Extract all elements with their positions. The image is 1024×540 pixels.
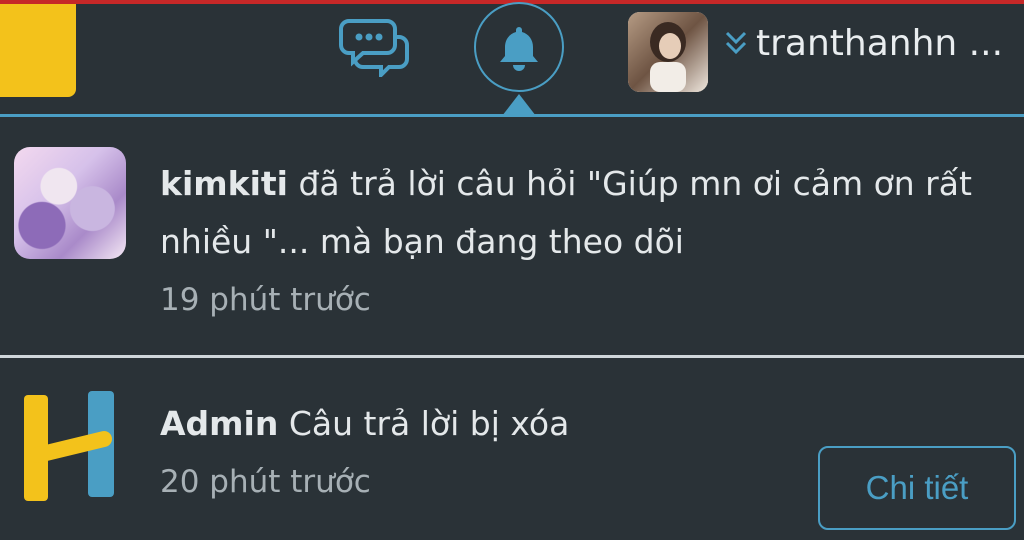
notification-item[interactable]: kimkiti đã trả lời câu hỏi "Giúp mn ơi c… <box>0 117 1024 355</box>
username: tranthanhn ... <box>756 22 1004 64</box>
notification-user[interactable]: kimkiti <box>160 164 288 203</box>
notification-item[interactable]: Admin Câu trả lời bị xóa 20 phút trước C… <box>0 359 1024 540</box>
notifications-button[interactable] <box>474 2 564 92</box>
notification-avatar <box>14 147 126 259</box>
messages-button[interactable] <box>338 14 412 80</box>
double-chevron-down-icon <box>725 31 747 55</box>
notification-user[interactable]: Admin <box>160 404 278 443</box>
admin-logo-icon <box>24 391 114 501</box>
chat-bubbles-icon <box>339 19 409 77</box>
details-button[interactable]: Chi tiết <box>818 446 1016 530</box>
notification-text: kimkiti đã trả lời câu hỏi "Giúp mn ơi c… <box>160 155 980 329</box>
user-avatar[interactable] <box>628 12 708 92</box>
avatar-photo <box>628 12 708 92</box>
brand-tab[interactable] <box>0 4 76 97</box>
user-menu[interactable]: tranthanhn ... <box>724 18 1003 68</box>
notification-time: 19 phút trước <box>160 282 371 318</box>
notification-message: Câu trả lời bị xóa <box>278 404 570 443</box>
bell-icon <box>500 27 538 71</box>
dropdown-caret <box>502 94 536 116</box>
notification-separator <box>0 355 1024 358</box>
